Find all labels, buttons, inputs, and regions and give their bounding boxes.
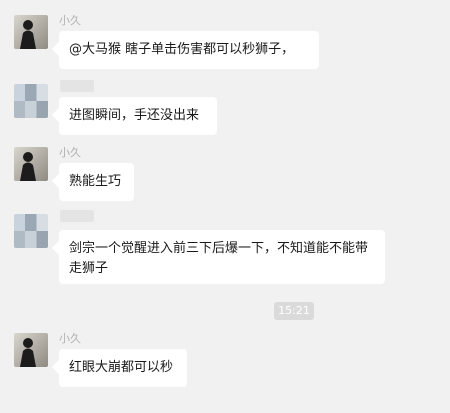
- avatar[interactable]: [14, 15, 48, 49]
- message-bubble[interactable]: @大马猴 瞎子单击伤害都可以秒狮子，: [59, 31, 319, 69]
- avatar[interactable]: [14, 333, 48, 367]
- sender-name-blurred: [60, 210, 94, 222]
- silhouette-icon: [20, 20, 36, 49]
- message-text: 剑宗一个觉醒进入前三下后爆一下，不知道能不能带走狮子: [69, 241, 369, 276]
- avatar[interactable]: [14, 147, 48, 181]
- message-bubble[interactable]: 进图瞬间，手还没出来: [59, 97, 217, 135]
- message-bubble[interactable]: 熟能生巧: [59, 163, 134, 201]
- message-bubble[interactable]: 红眼大崩都可以秒: [59, 349, 187, 387]
- message-text: 熟能生巧: [69, 174, 122, 189]
- message-text: 进图瞬间，手还没出来: [69, 108, 200, 123]
- sender-name: 小久: [59, 146, 81, 159]
- silhouette-icon: [20, 338, 36, 367]
- sender-name-blurred: [60, 80, 94, 92]
- sender-name: 小久: [59, 332, 81, 345]
- sender-name: 小久: [59, 14, 81, 27]
- avatar[interactable]: [14, 84, 48, 118]
- message-text: 红眼大崩都可以秒: [69, 360, 174, 375]
- message-text: @大马猴 瞎子单击伤害都可以秒狮子，: [69, 42, 295, 57]
- avatar[interactable]: [14, 214, 48, 248]
- message-bubble[interactable]: 剑宗一个觉醒进入前三下后爆一下，不知道能不能带走狮子: [59, 230, 385, 284]
- silhouette-icon: [20, 152, 36, 181]
- timestamp: 15:21: [274, 302, 314, 320]
